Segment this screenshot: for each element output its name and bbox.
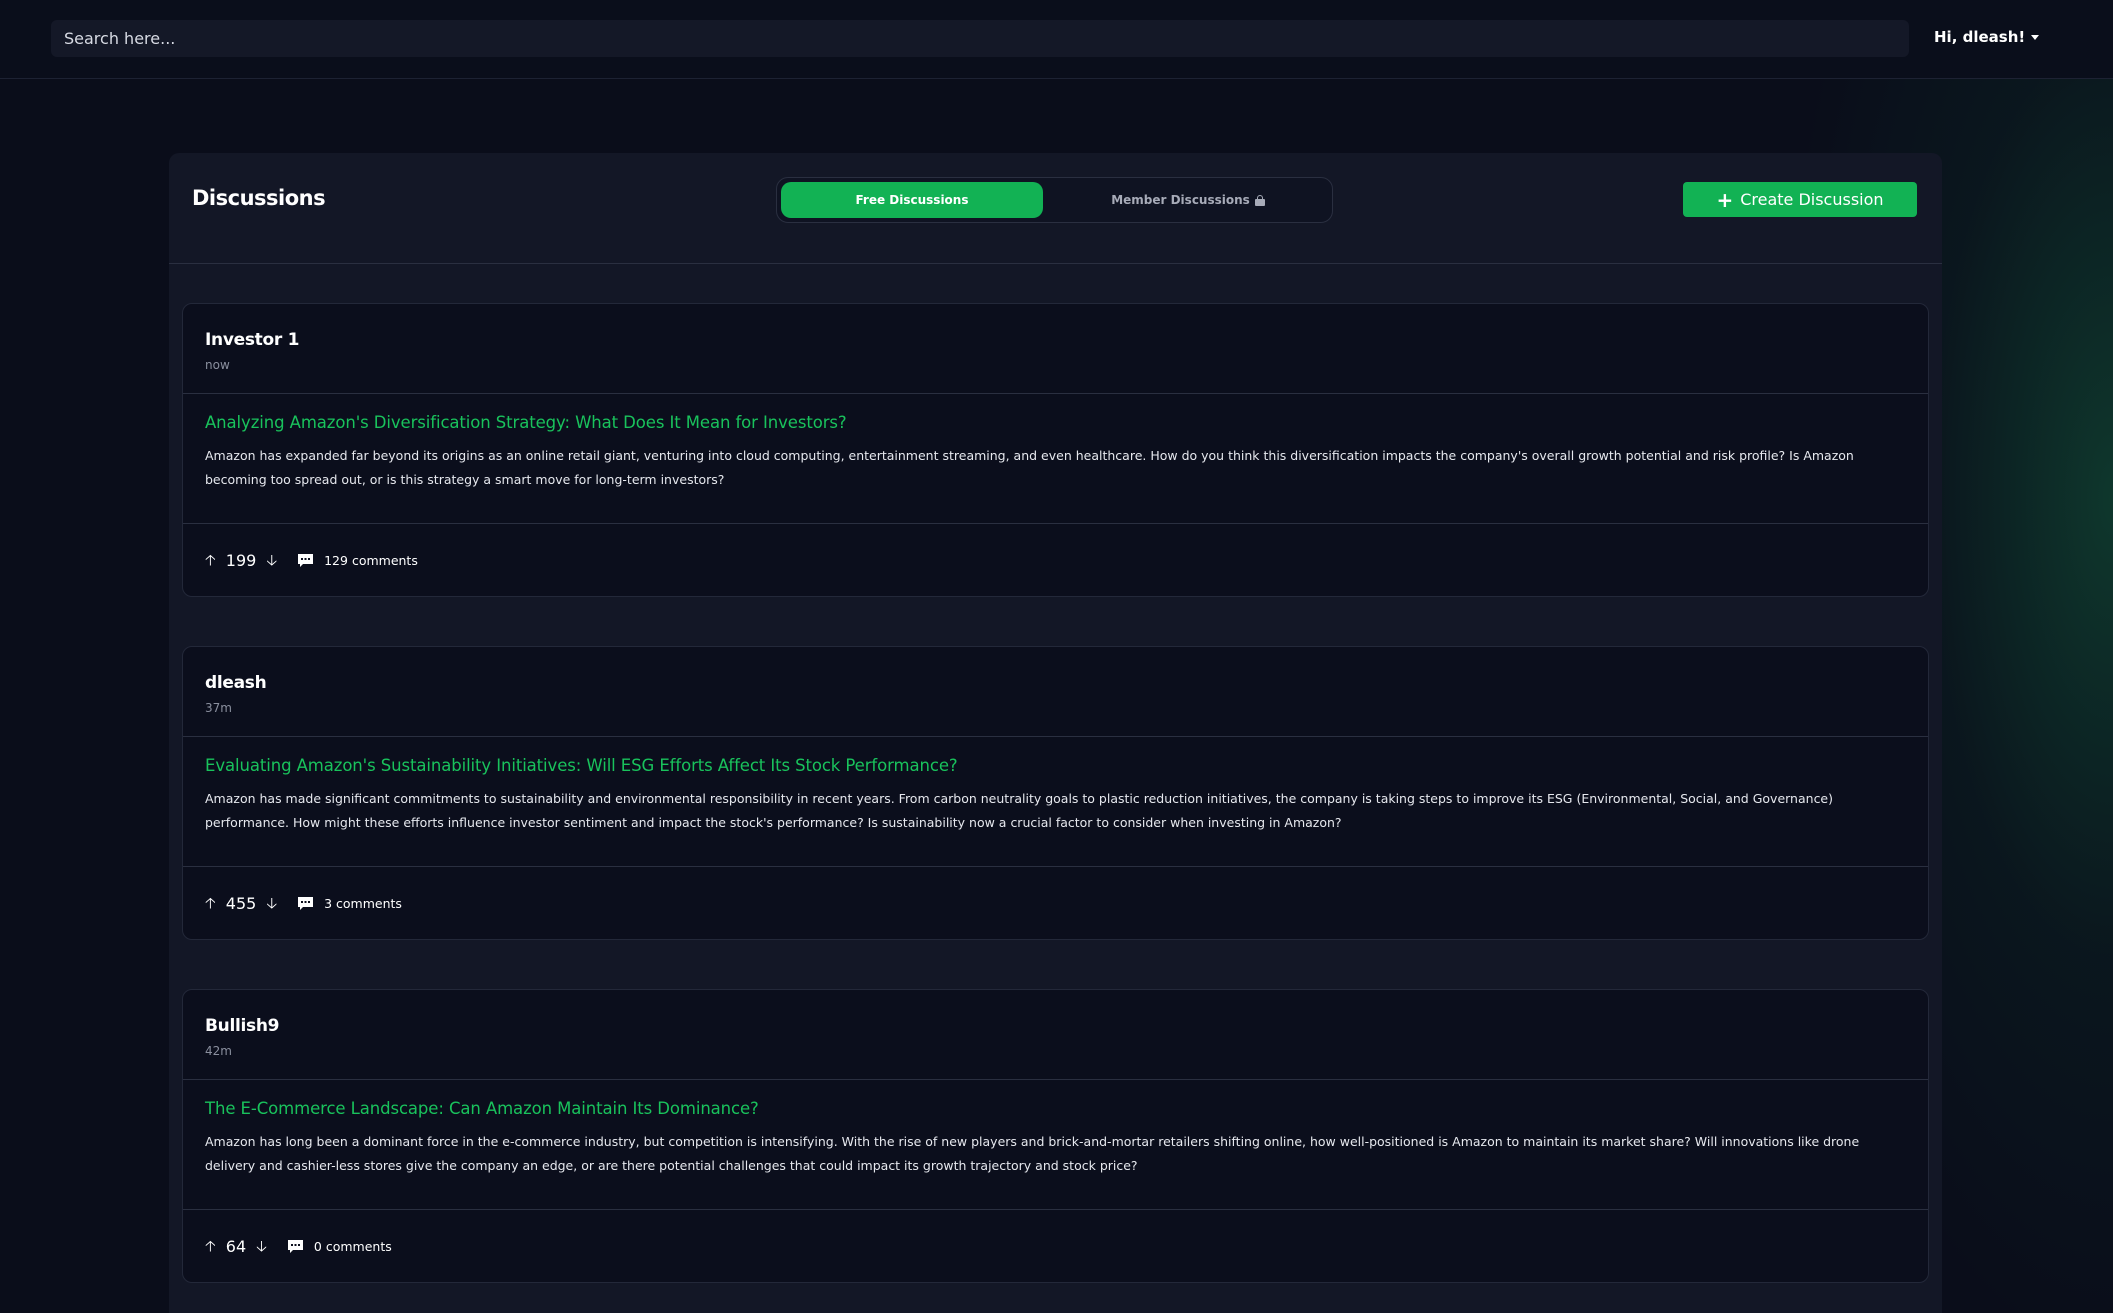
comment-icon[interactable]: [297, 896, 314, 911]
top-bar: Hi, dleash!: [0, 0, 2113, 79]
card-header: Bullish9 42m: [183, 990, 1928, 1080]
comments-count-link[interactable]: 129 comments: [324, 553, 418, 568]
lock-icon: [1254, 194, 1265, 206]
comments-count-link[interactable]: 3 comments: [324, 896, 402, 911]
chevron-down-icon: [2031, 34, 2040, 40]
discussion-body: Amazon has long been a dominant force in…: [205, 1134, 1860, 1173]
vote-count: 199: [225, 550, 257, 570]
discussions-panel: Discussions Free Discussions Member Disc…: [169, 153, 1942, 1313]
upvote-arrow-icon[interactable]: 🡡: [205, 895, 216, 911]
search-input[interactable]: [64, 29, 1909, 48]
card-body: Analyzing Amazon's Diversification Strat…: [183, 394, 1928, 524]
discussion-card: Bullish9 42m The E-Commerce Landscape: C…: [182, 989, 1929, 1283]
card-body: The E-Commerce Landscape: Can Amazon Mai…: [183, 1080, 1928, 1210]
page-title: Discussions: [192, 186, 326, 210]
downvote-arrow-icon[interactable]: 🡣: [266, 552, 277, 568]
tab-label: Free Discussions: [855, 193, 969, 207]
plus-icon: +: [1716, 187, 1734, 212]
post-time: 42m: [205, 1044, 232, 1058]
discussion-tabs: Free Discussions Member Discussions: [776, 177, 1333, 223]
card-footer: 🡡 199 🡣 129 comments: [183, 524, 1928, 596]
discussion-card: dleash 37m Evaluating Amazon's Sustainab…: [182, 646, 1929, 940]
vote-count: 64: [225, 1236, 247, 1256]
discussion-title-link[interactable]: The E-Commerce Landscape: Can Amazon Mai…: [205, 1099, 1906, 1118]
card-header: dleash 37m: [183, 647, 1928, 737]
discussion-body: Amazon has expanded far beyond its origi…: [205, 448, 1854, 487]
author-name[interactable]: Bullish9: [205, 1016, 1906, 1036]
card-footer: 🡡 64 🡣 0 comments: [183, 1210, 1928, 1282]
discussion-title-link[interactable]: Analyzing Amazon's Diversification Strat…: [205, 413, 1906, 432]
downvote-arrow-icon[interactable]: 🡣: [266, 895, 277, 911]
card-header: Investor 1 now: [183, 304, 1928, 394]
discussion-card: Investor 1 now Analyzing Amazon's Divers…: [182, 303, 1929, 597]
user-menu-toggle[interactable]: Hi, dleash!: [1934, 28, 2040, 46]
card-body: Evaluating Amazon's Sustainability Initi…: [183, 737, 1928, 867]
tab-label: Member Discussions: [1111, 193, 1250, 207]
comment-icon[interactable]: [287, 1239, 304, 1254]
user-greeting: Hi, dleash!: [1934, 28, 2026, 46]
upvote-arrow-icon[interactable]: 🡡: [205, 552, 216, 568]
create-discussion-label: Create Discussion: [1740, 190, 1884, 209]
post-time: now: [205, 358, 230, 372]
vote-count: 455: [225, 893, 257, 913]
discussion-title-link[interactable]: Evaluating Amazon's Sustainability Initi…: [205, 756, 1906, 775]
tab-member-discussions[interactable]: Member Discussions: [1049, 182, 1327, 218]
downvote-arrow-icon[interactable]: 🡣: [256, 1238, 267, 1254]
tab-free-discussions[interactable]: Free Discussions: [781, 182, 1043, 218]
panel-header: Discussions Free Discussions Member Disc…: [169, 153, 1942, 264]
upvote-arrow-icon[interactable]: 🡡: [205, 1238, 216, 1254]
search-box[interactable]: [51, 20, 1909, 57]
comment-icon[interactable]: [297, 553, 314, 568]
card-footer: 🡡 455 🡣 3 comments: [183, 867, 1928, 939]
comments-count-link[interactable]: 0 comments: [314, 1239, 392, 1254]
discussion-body: Amazon has made significant commitments …: [205, 791, 1834, 830]
author-name[interactable]: dleash: [205, 673, 1906, 693]
post-time: 37m: [205, 701, 232, 715]
create-discussion-button[interactable]: + Create Discussion: [1683, 182, 1917, 217]
author-name[interactable]: Investor 1: [205, 330, 1906, 350]
